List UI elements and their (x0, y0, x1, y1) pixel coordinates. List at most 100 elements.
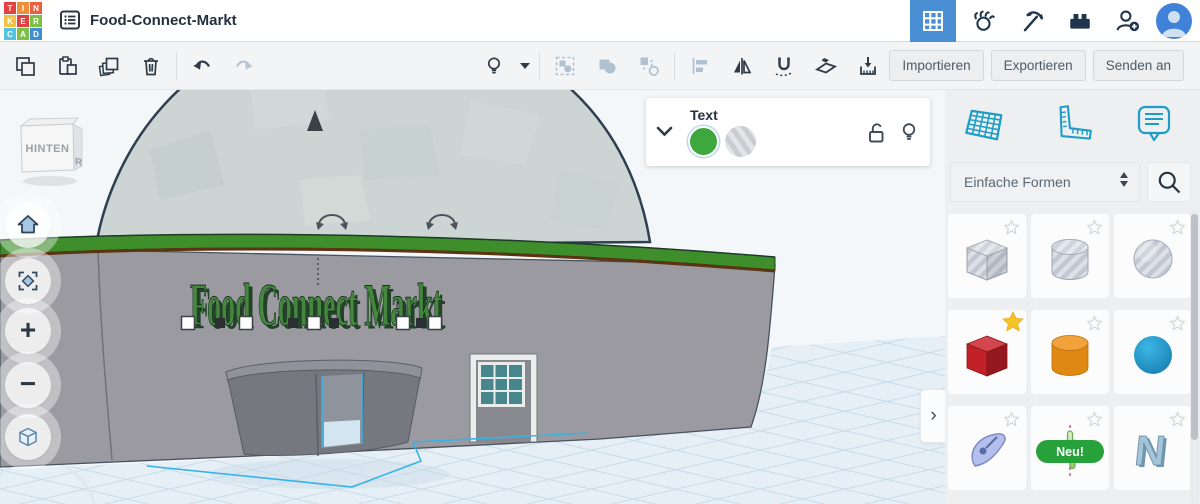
shape-tile-box[interactable] (948, 310, 1026, 394)
import-button[interactable]: Importieren (889, 50, 984, 81)
shape-tile-cylinder[interactable] (1031, 310, 1109, 394)
transparent-cylinder-shape (1051, 239, 1089, 280)
flip-button[interactable] (721, 42, 763, 90)
caret-down-icon (520, 62, 531, 69)
avatar-person-icon (1162, 11, 1186, 37)
shape-tile-scribble[interactable] (948, 406, 1026, 490)
undo-button[interactable] (181, 42, 223, 90)
dome-shape[interactable] (94, 90, 652, 248)
merge-button[interactable] (586, 42, 628, 90)
favorite-star-icon[interactable] (1086, 315, 1103, 332)
ruler-l-icon (1059, 104, 1092, 140)
pickaxe-icon (1023, 11, 1043, 32)
duplicate-button[interactable] (88, 42, 130, 90)
tinkercad-logo[interactable]: T I N K E R C A D (4, 2, 44, 40)
favorite-star-icon[interactable] (1169, 411, 1186, 428)
view-cube[interactable]: HINTEN R (12, 110, 92, 192)
shape-tile-transparent-box[interactable] (948, 214, 1026, 298)
text-n-shape: N N (1132, 427, 1171, 476)
color-swatch-transparent[interactable] (725, 126, 756, 157)
delete-button[interactable] (130, 42, 172, 90)
favorite-star-icon[interactable] (1086, 219, 1103, 236)
lock-button[interactable] (866, 121, 888, 148)
workplane-button[interactable] (805, 42, 847, 90)
undo-icon (193, 60, 210, 70)
blocks-button[interactable] (1012, 0, 1052, 42)
toolbar-separator (176, 51, 177, 80)
zoom-in-button[interactable]: + (5, 308, 51, 354)
ruler-icon (860, 56, 877, 75)
collaborate-button[interactable] (1108, 0, 1148, 42)
hide-button[interactable] (898, 121, 920, 148)
shape-tile-transparent-sphere[interactable] (1114, 214, 1192, 298)
shape-tile-sphere[interactable] (1114, 310, 1192, 394)
toolbar-separator (539, 51, 541, 80)
shape-tile-text[interactable]: N N (1114, 406, 1192, 490)
inspector-collapse-button[interactable] (656, 125, 673, 140)
lock-open-icon (869, 123, 884, 143)
category-dropdown[interactable]: Einfache Formen (950, 162, 1140, 202)
group-select-button[interactable] (544, 42, 586, 90)
favorite-star-icon[interactable] (1001, 310, 1025, 334)
favorite-star-icon[interactable] (1169, 219, 1186, 236)
show-all-dropdown[interactable] (515, 42, 535, 90)
perspective-cube-icon (19, 427, 37, 447)
grid-icon (923, 11, 943, 31)
workplane-tool-button[interactable] (963, 96, 1009, 154)
export-button[interactable]: Exportieren (990, 50, 1086, 81)
shape-inspector-panel: Text (646, 98, 930, 166)
list-icon (60, 10, 80, 30)
viewcube-label: HINTEN (26, 143, 70, 155)
collapse-panel-button[interactable]: › (920, 389, 945, 443)
profile-avatar[interactable] (1156, 3, 1192, 39)
paste-icon (59, 55, 77, 75)
color-swatch-solid[interactable] (688, 126, 719, 157)
edit-toolbar: Importieren Exportieren Senden an (0, 42, 1200, 90)
header-nav (910, 0, 1192, 42)
redo-icon (236, 60, 253, 70)
inspector-title: Text (690, 107, 718, 123)
show-all-button[interactable] (473, 42, 515, 90)
sim-lab-button[interactable] (964, 0, 1004, 42)
perspective-toggle-button[interactable] (5, 414, 51, 460)
fit-view-button[interactable] (5, 258, 51, 304)
ruler-tool-button[interactable] (1048, 96, 1094, 154)
sidebar-scrollbar-track[interactable] (1190, 210, 1199, 504)
sidebar-scrollbar-thumb[interactable] (1191, 214, 1198, 440)
sidebar-tools (945, 96, 1193, 154)
view-3d-button[interactable] (910, 0, 956, 42)
duplicate-icon (98, 57, 119, 76)
transparent-box-shape (965, 239, 1009, 281)
ungroup-button[interactable] (628, 42, 670, 90)
side-door[interactable] (469, 353, 538, 443)
group-icon (556, 56, 575, 75)
snap-button[interactable] (763, 42, 805, 90)
shape-tile-transparent-cylinder[interactable] (1031, 214, 1109, 298)
bulb-icon (902, 123, 916, 140)
design-properties-button[interactable] (56, 8, 84, 34)
design-title: Food-Connect-Markt (90, 12, 237, 29)
favorite-star-icon[interactable] (1003, 219, 1020, 236)
send-to-button[interactable]: Senden an (1092, 50, 1184, 81)
home-view-button[interactable] (5, 202, 51, 248)
notes-tool-button[interactable] (1133, 96, 1175, 154)
bricks-button[interactable] (1060, 0, 1100, 42)
ruler-button[interactable] (847, 42, 889, 90)
fit-view-icon (18, 271, 38, 291)
shapes-sidebar: Einfache Formen N N Neu! (945, 90, 1200, 504)
logo-tile: C (4, 28, 16, 40)
align-button[interactable] (679, 42, 721, 90)
workplane-grid-icon (965, 109, 1003, 140)
copy-button[interactable] (4, 42, 46, 90)
favorite-star-icon[interactable] (1169, 315, 1186, 332)
zoom-out-button[interactable]: − (5, 362, 51, 408)
search-button[interactable] (1147, 162, 1191, 202)
home-icon (17, 215, 39, 234)
logo-tile: T (4, 2, 16, 14)
entrance-vestibule[interactable] (225, 359, 423, 457)
favorite-star-icon[interactable] (1086, 411, 1103, 428)
corner-handles[interactable] (180, 315, 443, 331)
favorite-star-icon[interactable] (1003, 411, 1020, 428)
redo-button[interactable] (223, 42, 265, 90)
paste-button[interactable] (46, 42, 88, 90)
